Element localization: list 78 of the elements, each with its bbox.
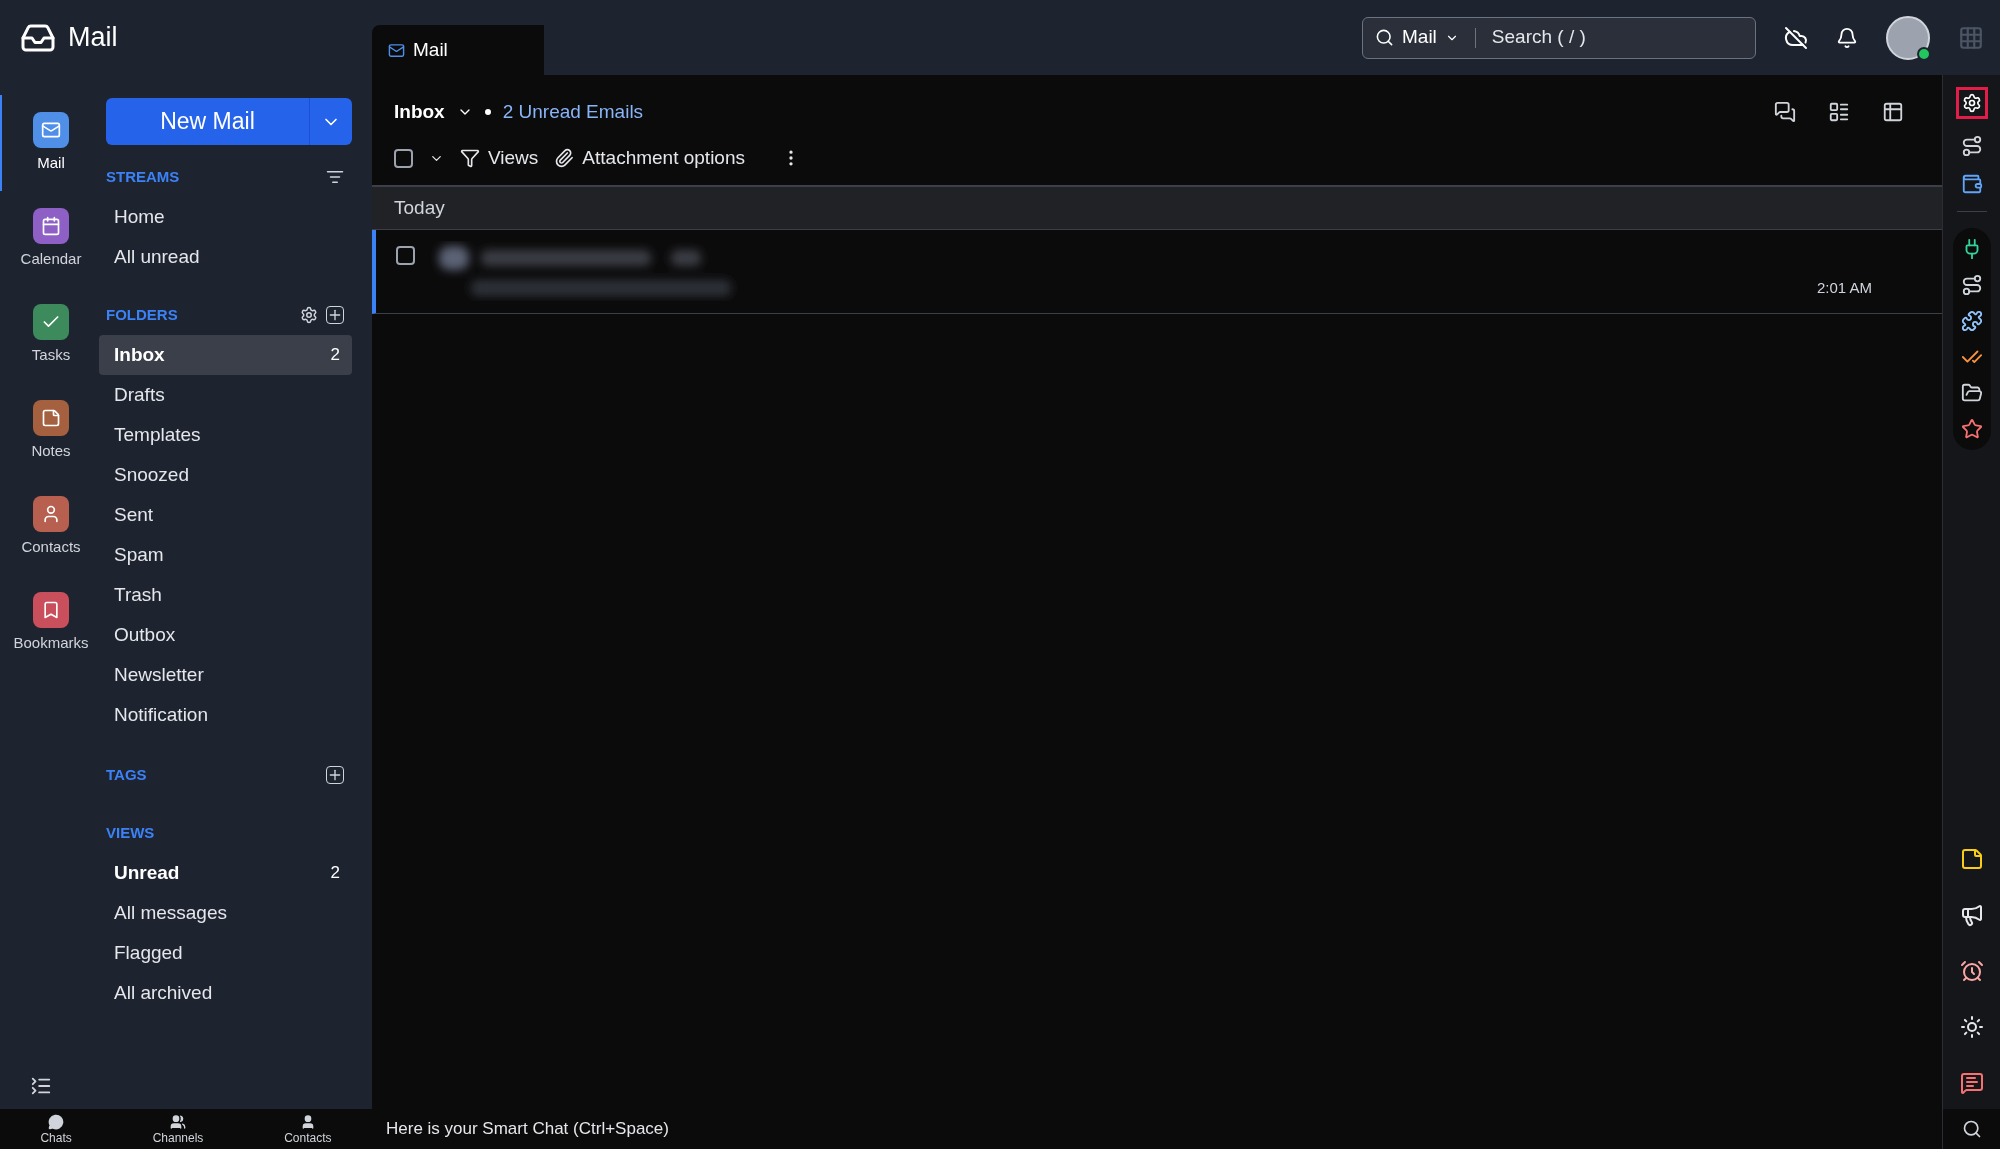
layout-icon[interactable] bbox=[1828, 101, 1850, 123]
settings-icon bbox=[1961, 93, 1982, 113]
app-label: Bookmarks bbox=[13, 632, 89, 653]
star-icon[interactable] bbox=[1960, 418, 1983, 440]
avatar[interactable] bbox=[1886, 15, 1930, 60]
folder-item[interactable]: Trash bbox=[99, 575, 352, 615]
search-field[interactable]: Mail Search ( / ) bbox=[1362, 16, 1756, 59]
bottom-nav-item[interactable]: Chats bbox=[40, 1114, 72, 1144]
feedback-icon[interactable] bbox=[1959, 1071, 1984, 1095]
app-rail-item[interactable]: Mail bbox=[0, 95, 100, 191]
app-title: Mail bbox=[68, 21, 118, 55]
section-heading: STREAMS bbox=[106, 166, 180, 187]
collapse-icon[interactable] bbox=[30, 1075, 52, 1097]
folder-item[interactable]: Outbox bbox=[99, 615, 352, 655]
app-rail-item[interactable]: Calendar bbox=[0, 191, 100, 287]
folder-item[interactable]: Drafts bbox=[99, 375, 352, 415]
app-label: Notes bbox=[31, 440, 71, 461]
cloud-icon[interactable] bbox=[1784, 25, 1808, 50]
app-label: Calendar bbox=[20, 248, 82, 269]
folder-item[interactable]: Templates bbox=[99, 415, 352, 455]
bottom-nav-item[interactable]: Channels bbox=[152, 1114, 204, 1144]
folder-item[interactable]: Inbox 2 bbox=[99, 335, 352, 375]
app-rail-item[interactable]: Bookmarks bbox=[0, 575, 100, 671]
settings-button[interactable] bbox=[1955, 87, 1988, 119]
section-heading: VIEWS bbox=[106, 822, 155, 843]
views-button[interactable]: Views bbox=[460, 143, 539, 173]
app-label: Tasks bbox=[31, 344, 71, 365]
unread-link[interactable]: 2 Unread Emails bbox=[502, 97, 644, 127]
folder-item[interactable]: Sent bbox=[99, 495, 352, 535]
section-heading: FOLDERS bbox=[106, 304, 178, 325]
add-folder-icon[interactable] bbox=[326, 306, 344, 324]
section-heading: TAGS bbox=[106, 764, 147, 785]
folder-item[interactable]: Unread 2 bbox=[99, 853, 352, 893]
app-label: Mail bbox=[37, 152, 65, 173]
folder-item[interactable]: All unread bbox=[99, 237, 352, 277]
settings-icon[interactable] bbox=[300, 306, 318, 324]
folder-title[interactable]: Inbox bbox=[394, 97, 445, 127]
folder-item[interactable]: Newsletter bbox=[99, 655, 352, 695]
paperclip-icon bbox=[554, 148, 575, 168]
search-placeholder: Search ( / ) bbox=[1491, 25, 1586, 50]
folder-item[interactable]: All archived bbox=[99, 973, 352, 1013]
conversation-view-icon[interactable] bbox=[1774, 101, 1796, 123]
message-time: 2:01 AM bbox=[1816, 277, 1872, 298]
message-row[interactable]: 2:01 AM bbox=[372, 230, 1942, 314]
add-tag-icon[interactable] bbox=[326, 766, 344, 784]
envelope-icon bbox=[388, 41, 405, 59]
bottom-nav-item[interactable]: Contacts bbox=[284, 1114, 332, 1144]
folder-item[interactable]: All messages bbox=[99, 893, 352, 933]
select-all-checkbox[interactable] bbox=[394, 148, 413, 168]
sticky-note-icon[interactable] bbox=[1959, 847, 1984, 871]
search-icon[interactable] bbox=[1961, 1119, 1982, 1139]
app-label: Contacts bbox=[21, 536, 81, 557]
mail-tab[interactable]: Mail bbox=[372, 25, 544, 75]
message-checkbox[interactable] bbox=[396, 246, 415, 265]
app-rail-item[interactable]: Tasks bbox=[0, 287, 100, 383]
folder-item[interactable]: Spam bbox=[99, 535, 352, 575]
megaphone-icon[interactable] bbox=[1959, 903, 1984, 927]
search-scope[interactable]: Mail bbox=[1402, 23, 1437, 52]
attachment-options-button[interactable]: Attachment options bbox=[554, 143, 745, 173]
folder-item[interactable]: Home bbox=[99, 197, 352, 237]
wallet-icon[interactable] bbox=[1960, 173, 1983, 195]
folder-item[interactable]: Snoozed bbox=[99, 455, 352, 495]
folder-item[interactable]: Flagged bbox=[99, 933, 352, 973]
group-header: Today bbox=[372, 187, 1942, 230]
filter-icon bbox=[460, 148, 480, 168]
folder-item[interactable]: Notification bbox=[99, 695, 352, 735]
app-rail-item[interactable]: Contacts bbox=[0, 479, 100, 575]
nav-icon bbox=[48, 1114, 65, 1130]
notification-icon[interactable] bbox=[1836, 26, 1858, 49]
stream-settings-icon[interactable] bbox=[326, 168, 344, 186]
search-icon bbox=[1375, 28, 1394, 47]
path-icon[interactable] bbox=[1960, 274, 1983, 296]
app-rail-item[interactable]: Notes bbox=[0, 383, 100, 479]
nav-icon bbox=[170, 1114, 186, 1130]
smart-chat-hint[interactable]: Here is your Smart Chat (Ctrl+Space) bbox=[386, 1116, 669, 1142]
table-view-icon[interactable] bbox=[1882, 101, 1904, 123]
puzzle-icon[interactable] bbox=[1960, 310, 1983, 332]
alarm-clock-icon[interactable] bbox=[1959, 959, 1984, 983]
